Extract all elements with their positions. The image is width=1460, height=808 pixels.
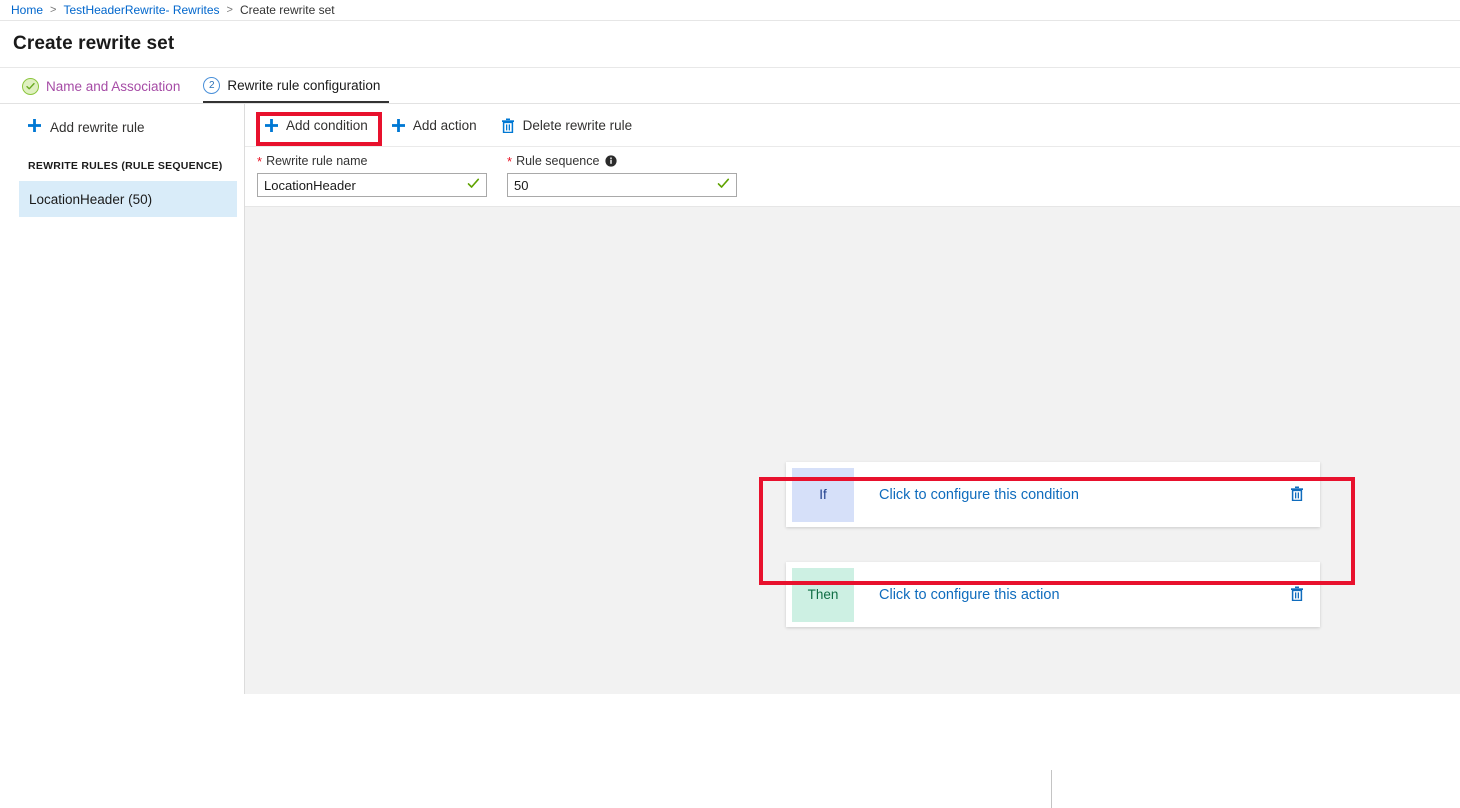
- tab-rewrite-rule-configuration[interactable]: 2 Rewrite rule configuration: [203, 69, 389, 103]
- rule-form: * Rewrite rule name * Rule sequence: [245, 147, 1460, 207]
- delete-action-button[interactable]: [1290, 586, 1304, 604]
- rule-editor-pane: Add condition Add action: [245, 104, 1460, 694]
- add-action-label: Add action: [413, 118, 477, 133]
- rule-sequence-input-wrap[interactable]: [507, 173, 737, 197]
- action-card[interactable]: Then Click to configure this action: [786, 562, 1320, 627]
- plus-icon: [28, 119, 41, 135]
- configure-condition-link[interactable]: Click to configure this condition: [854, 487, 1290, 503]
- rule-toolbar: Add condition Add action: [245, 104, 1460, 147]
- rule-builder-canvas: If Click to configure this condition: [245, 207, 1460, 694]
- card-connector-line: [1051, 770, 1052, 808]
- delete-condition-button[interactable]: [1290, 486, 1304, 504]
- add-condition-label: Add condition: [286, 118, 368, 133]
- breadcrumb-separator: >: [50, 4, 56, 16]
- condition-badge: If: [792, 468, 854, 522]
- step-number-circle: 2: [203, 77, 220, 94]
- plus-icon: [392, 119, 405, 132]
- check-circle-icon: [22, 78, 39, 95]
- add-rewrite-rule-button[interactable]: Add rewrite rule: [0, 113, 244, 141]
- rule-sequence-field: * Rule sequence: [507, 154, 737, 206]
- delete-rewrite-rule-label: Delete rewrite rule: [523, 118, 633, 133]
- rule-sequence-input[interactable]: [508, 174, 736, 196]
- trash-icon: [1290, 486, 1304, 504]
- required-indicator: *: [507, 155, 512, 168]
- tab-label-rewrite-rule-configuration: Rewrite rule configuration: [227, 78, 380, 93]
- breadcrumb: Home > TestHeaderRewrite- Rewrites > Cre…: [0, 0, 1460, 21]
- rewrite-rule-name-label-text: Rewrite rule name: [266, 154, 367, 168]
- rule-sequence-label-text: Rule sequence: [516, 154, 599, 168]
- page-title: Create rewrite set: [13, 33, 174, 55]
- trash-icon: [1290, 586, 1304, 604]
- rewrite-rules-sidebar: Add rewrite rule REWRITE RULES (RULE SEQ…: [0, 104, 245, 694]
- info-icon[interactable]: [605, 155, 617, 167]
- breadcrumb-separator: >: [227, 4, 233, 16]
- configure-action-link[interactable]: Click to configure this action: [854, 587, 1290, 603]
- rewrite-rule-name-input[interactable]: [258, 174, 486, 196]
- add-action-button[interactable]: Add action: [383, 110, 486, 140]
- breadcrumb-item-rewrites[interactable]: TestHeaderRewrite- Rewrites: [63, 3, 219, 17]
- sidebar-item-locationheader[interactable]: LocationHeader (50): [19, 181, 237, 217]
- wizard-steps: Name and Association 2 Rewrite rule conf…: [0, 68, 1460, 104]
- plus-icon: [265, 119, 278, 132]
- tab-label-name-and-association: Name and Association: [46, 79, 180, 94]
- page-header: Create rewrite set: [0, 21, 1460, 68]
- sidebar-item-label: LocationHeader (50): [29, 192, 152, 207]
- breadcrumb-item-home[interactable]: Home: [11, 3, 43, 17]
- trash-icon: [501, 118, 515, 133]
- rewrite-rule-name-field: * Rewrite rule name: [257, 154, 487, 206]
- rule-sequence-label: * Rule sequence: [507, 154, 737, 168]
- main-content: Add rewrite rule REWRITE RULES (RULE SEQ…: [0, 104, 1460, 694]
- condition-card[interactable]: If Click to configure this condition: [786, 462, 1320, 527]
- required-indicator: *: [257, 155, 262, 168]
- add-rewrite-rule-label: Add rewrite rule: [50, 120, 145, 135]
- rewrite-rule-name-input-wrap[interactable]: [257, 173, 487, 197]
- sidebar-section-title: REWRITE RULES (RULE SEQUENCE): [0, 141, 244, 181]
- delete-rewrite-rule-button[interactable]: Delete rewrite rule: [492, 110, 642, 140]
- action-badge: Then: [792, 568, 854, 622]
- tab-name-and-association[interactable]: Name and Association: [22, 69, 189, 103]
- breadcrumb-item-current: Create rewrite set: [240, 3, 335, 17]
- rewrite-rule-name-label: * Rewrite rule name: [257, 154, 487, 168]
- add-condition-button[interactable]: Add condition: [256, 110, 377, 140]
